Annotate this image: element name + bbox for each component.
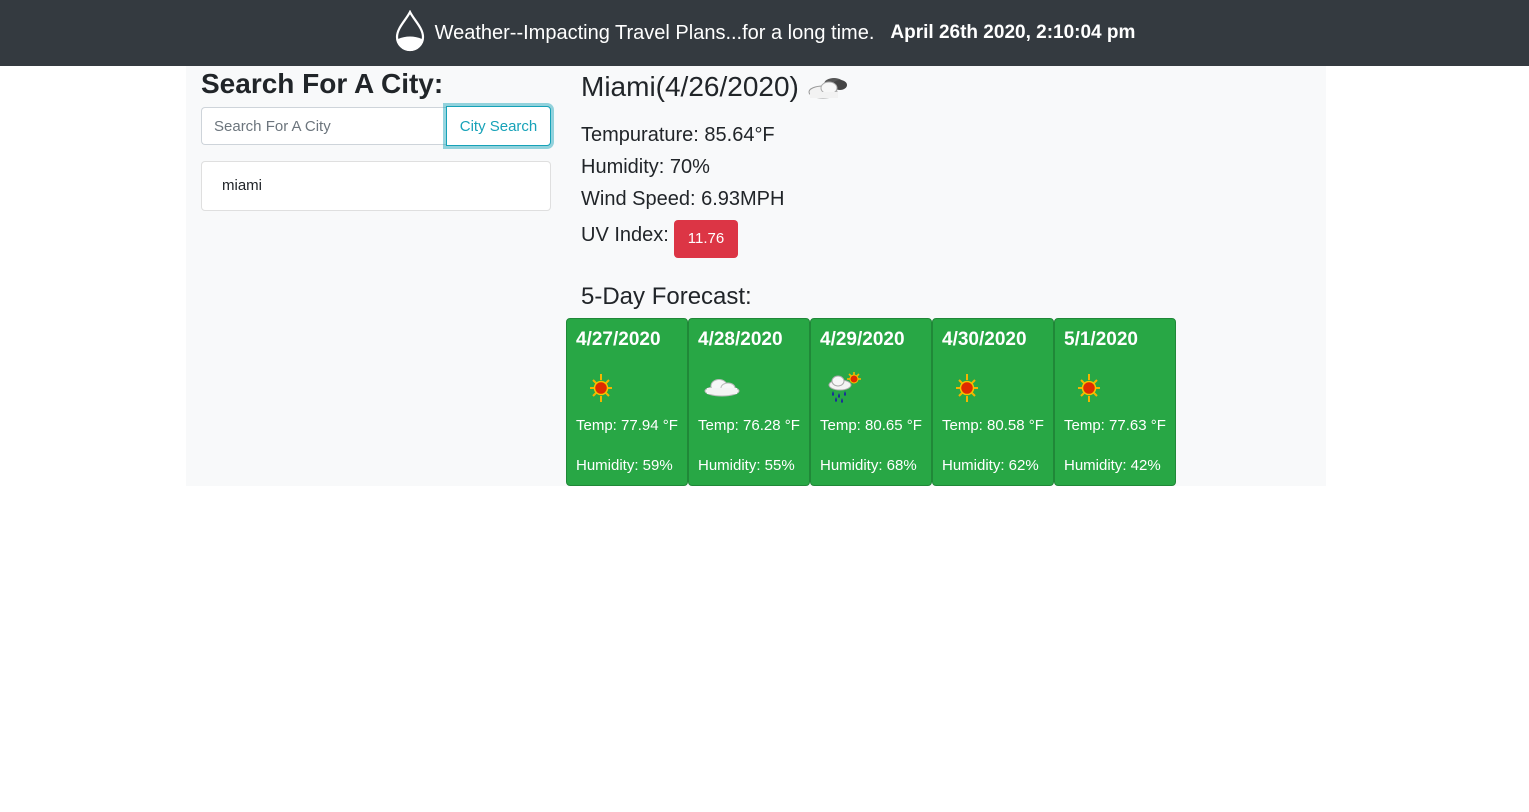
forecast-humidity: Humidity: 68% (820, 457, 917, 474)
sun-icon (1078, 374, 1100, 402)
search-history-list: miami (201, 161, 551, 211)
current-city-heading: Miami(4/26/2020) (581, 71, 849, 103)
forecast-card: 4/28/2020 Temp: 76.28 °F Humidity: 55% (688, 318, 810, 486)
forecast-temp: Temp: 80.65 °F (820, 417, 922, 434)
water-drop-icon (395, 10, 424, 52)
search-heading: Search For A City: (201, 68, 444, 99)
main-container: Search For A City: City Search miami Mia… (186, 66, 1326, 486)
current-humidity: Humidity: 70% (581, 156, 710, 178)
forecast-humidity: Humidity: 62% (942, 457, 1039, 474)
forecast-card: 4/27/2020 Temp: 77.94 °F Humidity: 59% (566, 318, 688, 486)
app-title: Weather--Impacting Travel Plans...for a … (434, 21, 875, 44)
forecast-temp: Temp: 80.58 °F (942, 417, 1044, 434)
uv-index-label: UV Index: (581, 224, 669, 246)
city-date-label: Miami(4/26/2020) (581, 71, 799, 102)
current-datetime: April 26th 2020, 2:10:04 pm (890, 22, 1136, 43)
forecast-row: 4/27/2020 Temp: 77.94 °F Humidity: 59% 4… (566, 318, 1176, 486)
forecast-card: 5/1/2020 Temp: 77.63 °F Humidity: 42% (1054, 318, 1176, 486)
forecast-date: 4/27/2020 (576, 329, 661, 350)
forecast-humidity: Humidity: 55% (698, 457, 795, 474)
rain-sun-icon (828, 372, 861, 403)
navbar: Weather--Impacting Travel Plans...for a … (0, 0, 1529, 66)
cloud-icon (704, 379, 740, 397)
forecast-temp: Temp: 77.94 °F (576, 417, 678, 434)
city-search-button[interactable]: City Search (446, 106, 551, 146)
search-input[interactable] (201, 107, 446, 145)
forecast-card: 4/29/2020 Temp: 80.65 °F Humidity: 68% (810, 318, 932, 486)
sun-icon (590, 374, 612, 402)
history-item[interactable]: miami (202, 162, 550, 210)
forecast-date: 4/28/2020 (698, 329, 783, 350)
forecast-date: 4/29/2020 (820, 329, 905, 350)
navbar-brand: Weather--Impacting Travel Plans...for a … (394, 10, 1136, 52)
partly-cloudy-icon (808, 78, 847, 99)
forecast-humidity: Humidity: 42% (1064, 457, 1161, 474)
forecast-date: 5/1/2020 (1064, 329, 1138, 350)
forecast-temp: Temp: 76.28 °F (698, 417, 800, 434)
current-wind-speed: Wind Speed: 6.93MPH (581, 188, 785, 210)
forecast-humidity: Humidity: 59% (576, 457, 673, 474)
uv-index-badge: 11.76 (674, 220, 738, 258)
sun-icon (956, 374, 978, 402)
forecast-heading: 5-Day Forecast: (581, 283, 752, 310)
forecast-card: 4/30/2020 Temp: 80.58 °F Humidity: 62% (932, 318, 1054, 486)
forecast-date: 4/30/2020 (942, 329, 1027, 350)
current-temperature: Tempurature: 85.64°F (581, 124, 775, 146)
forecast-temp: Temp: 77.63 °F (1064, 417, 1166, 434)
